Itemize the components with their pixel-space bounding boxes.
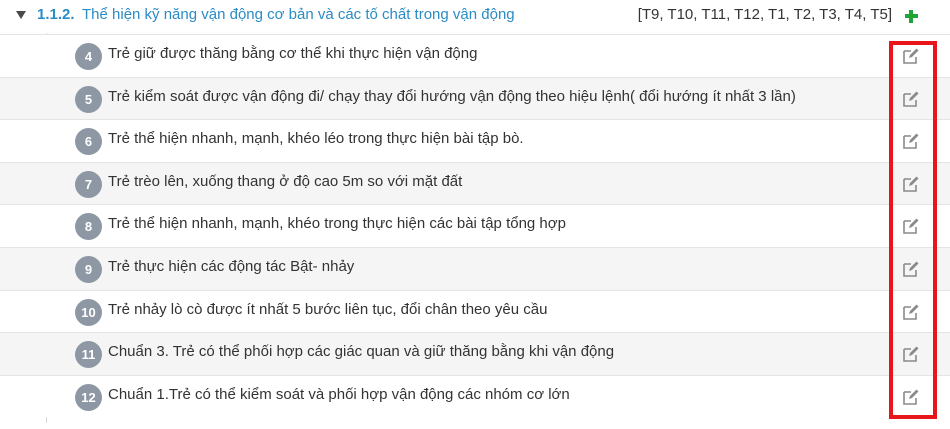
criterion-number-badge: 11 <box>75 341 102 369</box>
criterion-text: Trẻ thực hiện các động tác Bật- nhảy <box>108 257 355 275</box>
criterion-row: 4 Trẻ giữ được thăng bằng cơ thể khi thực… <box>0 34 950 77</box>
criterion-number-badge: 9 <box>75 255 102 283</box>
criterion-number-badge: 8 <box>75 213 102 241</box>
criterion-row: 6 Trẻ thể hiện nhanh, mạnh, khéo léo tron… <box>0 119 950 162</box>
section-header: 1.1.2. Thể hiện kỹ năng vận động cơ bản … <box>0 0 950 33</box>
edit-icon[interactable] <box>902 303 920 321</box>
criterion-row: 5 Trẻ kiểm soát được vận động đi/ chạy th… <box>0 76 950 120</box>
section-title[interactable]: Thể hiện kỹ năng vận động cơ bản và các … <box>82 6 515 23</box>
collapse-caret-icon[interactable] <box>16 11 26 19</box>
edit-icon[interactable] <box>902 217 920 235</box>
criterion-text: Trẻ trèo lên, xuống thang ở độ cao 5m so… <box>108 172 463 190</box>
criterion-text: Chuẩn 3. Trẻ có thể phối hợp các giác qu… <box>108 343 615 361</box>
edit-icon[interactable] <box>902 132 920 150</box>
criterion-number-badge: 6 <box>75 128 102 156</box>
criterion-row: 9 Trẻ thực hiện các động tác Bật- nhảy <box>0 246 950 290</box>
criterion-number-badge: 7 <box>75 170 102 198</box>
criterion-row: 7 Trẻ trèo lên, xuống thang ở độ cao 5m s… <box>0 161 950 205</box>
criterion-number-badge: 10 <box>75 298 102 326</box>
criterion-row: 12 Chuẩn 1.Trẻ có thể kiểm soát và phối h… <box>0 374 950 418</box>
criterion-row: 10 Trẻ nhảy lò cò được ít nhất 5 bước liê… <box>0 289 950 333</box>
criterion-text: Trẻ thể hiện nhanh, mạnh, khéo trong thự… <box>108 215 566 233</box>
edit-icon[interactable] <box>902 345 920 363</box>
criterion-number-badge: 5 <box>75 85 102 113</box>
criterion-text: Chuẩn 1.Trẻ có thể kiểm soát và phối hợp… <box>108 385 570 403</box>
criteria-list: 4 Trẻ giữ được thăng bằng cơ thể khi thực… <box>0 34 950 418</box>
edit-icon[interactable] <box>902 90 920 108</box>
plus-icon[interactable] <box>904 9 919 24</box>
criterion-text: Trẻ thể hiện nhanh, mạnh, khéo léo trong… <box>108 130 524 148</box>
section-code[interactable]: 1.1.2. <box>37 6 75 23</box>
criterion-number-badge: 12 <box>75 383 102 411</box>
edit-icon[interactable] <box>902 260 920 278</box>
edit-icon[interactable] <box>902 47 920 65</box>
criterion-number-badge: 4 <box>75 43 102 70</box>
criterion-text: Trẻ giữ được thăng bằng cơ thể khi thực … <box>108 45 478 62</box>
criterion-text: Trẻ kiểm soát được vận động đi/ chạy tha… <box>108 87 796 105</box>
edit-icon[interactable] <box>902 388 920 406</box>
section-months: [T9, T10, T11, T12, T1, T2, T3, T4, T5] <box>637 6 892 23</box>
criterion-row: 11 Chuẩn 3. Trẻ có thể phối hợp các giác … <box>0 332 950 375</box>
edit-icon[interactable] <box>902 175 920 193</box>
criterion-text: Trẻ nhảy lò cò được ít nhất 5 bước liên … <box>108 300 548 318</box>
criterion-row: 8 Trẻ thể hiện nhanh, mạnh, khéo trong th… <box>0 204 950 247</box>
